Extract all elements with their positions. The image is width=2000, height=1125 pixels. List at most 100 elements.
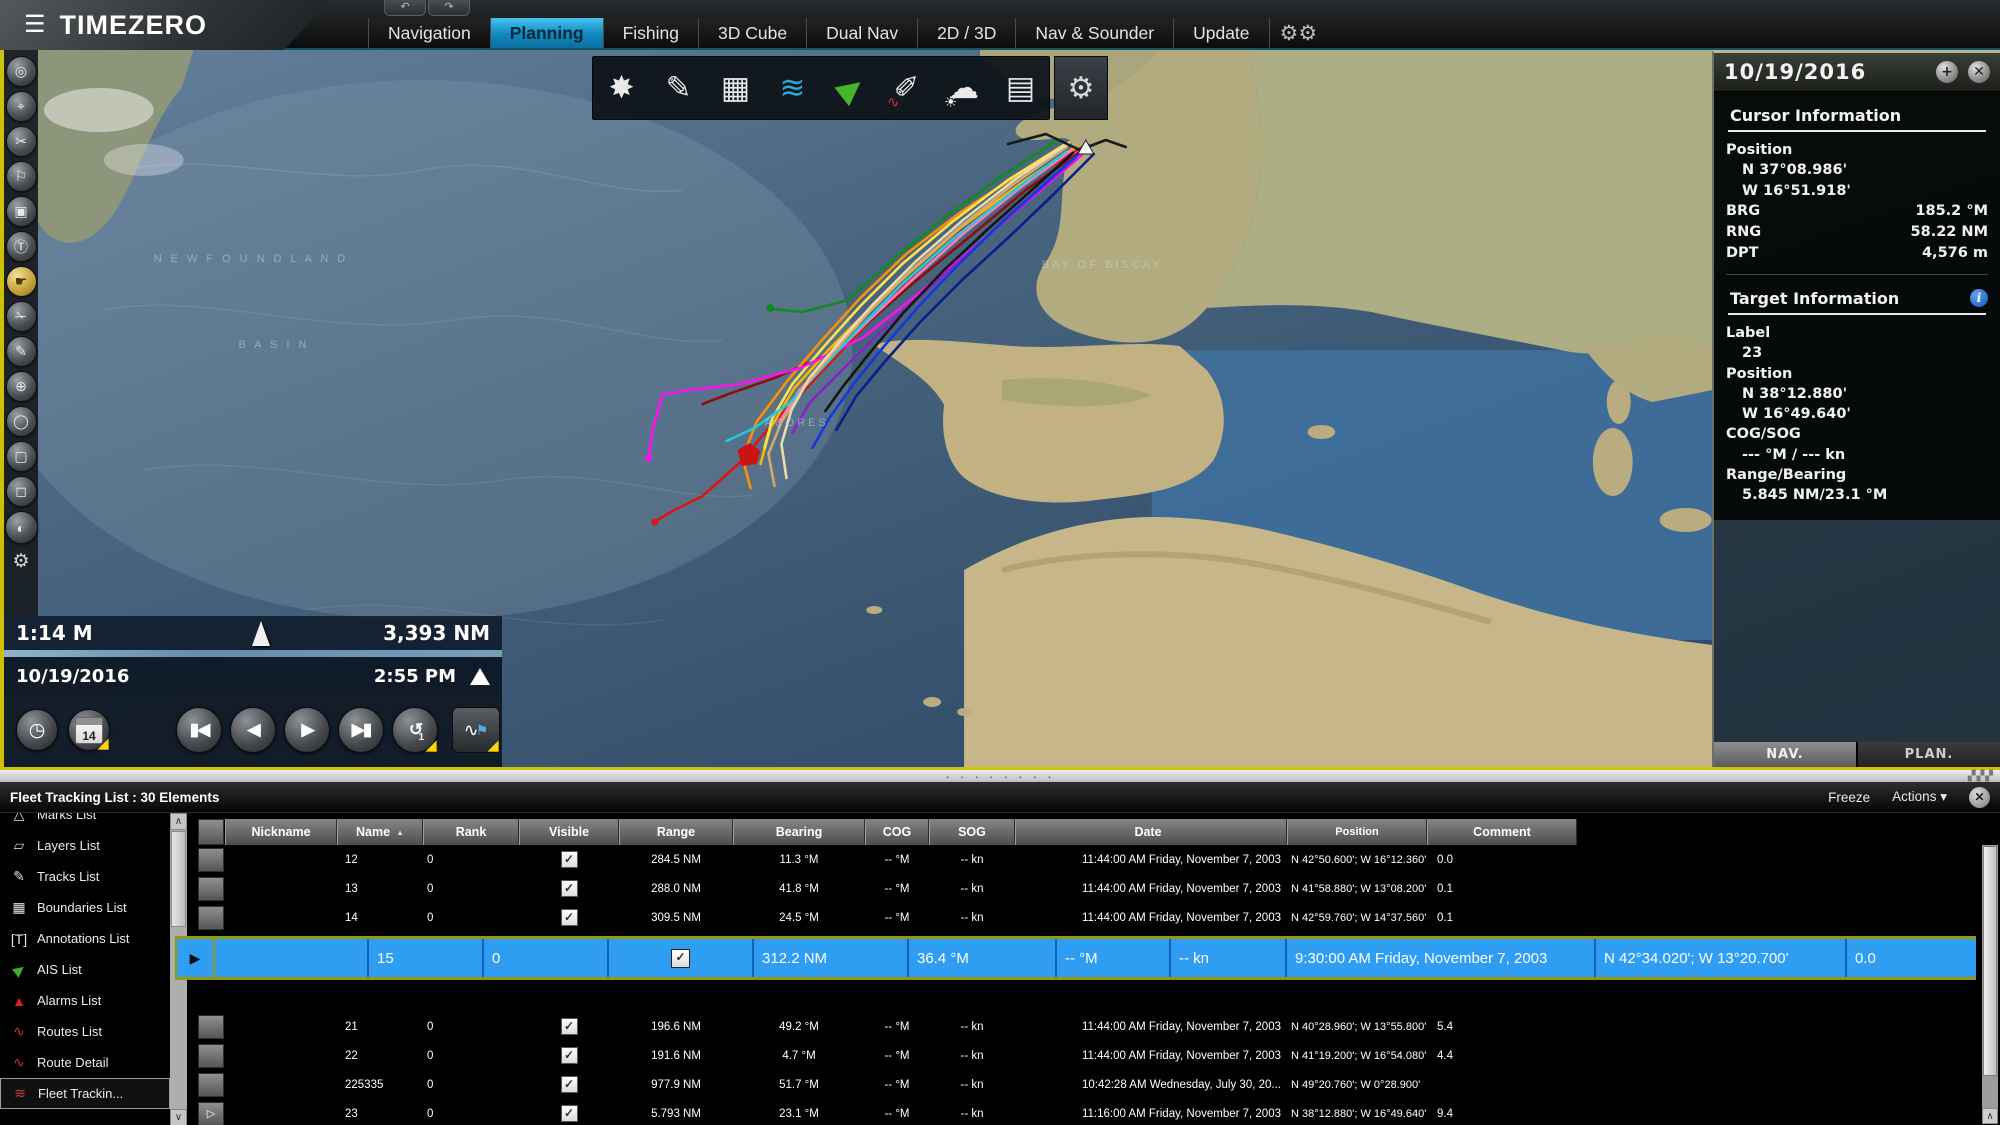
column-header-cog[interactable]: COG: [865, 819, 929, 845]
tab-nav-sounder[interactable]: Nav & Sounder: [1015, 18, 1173, 48]
scrollbar-thumb[interactable]: [171, 831, 186, 927]
compass-rose-button[interactable]: ✸: [593, 57, 650, 119]
column-header-sog[interactable]: SOG: [929, 819, 1015, 845]
globe-button[interactable]: ◐: [5, 511, 38, 544]
weather-button[interactable]: ☁☀: [935, 57, 992, 119]
sidebar-item-ais-list[interactable]: ▶AIS List: [0, 954, 170, 985]
replay-button[interactable]: ↺1: [392, 707, 438, 753]
selection-tool[interactable]: ◻: [6, 476, 37, 507]
sidebar-item-annotations-list[interactable]: [T]Annotations List: [0, 923, 170, 954]
sidebar-item-boundaries-list[interactable]: ▦Boundaries List: [0, 892, 170, 923]
mob-tool[interactable]: ⊕: [6, 371, 37, 402]
add-nunito-button[interactable]: +: [1936, 61, 1958, 83]
cell-nickname[interactable]: [215, 939, 369, 977]
table-scrollbar-thumb[interactable]: [1983, 846, 1997, 1076]
chart-display-button[interactable]: ▦: [707, 57, 764, 119]
table-scrollbar[interactable]: ∧: [1982, 845, 1998, 1124]
mark-tool[interactable]: ⚐: [6, 161, 37, 192]
freeze-button[interactable]: Freeze: [1828, 790, 1870, 805]
row-handle[interactable]: ▷: [198, 1102, 224, 1125]
column-header-name[interactable]: Name▲: [337, 819, 423, 845]
splitter-grip-icon[interactable]: ▞▞▞: [1968, 771, 1994, 782]
cell-rank[interactable]: 0: [484, 939, 609, 977]
left-toolbar-gears-icon[interactable]: ⚙: [12, 550, 29, 573]
table-scroll-up-icon[interactable]: ∧: [1982, 1108, 1998, 1124]
cell-range[interactable]: 312.2 NM: [754, 939, 909, 977]
timeline-button[interactable]: ∿⚑: [452, 707, 500, 753]
info-icon[interactable]: i: [1970, 289, 1988, 307]
skip-start-button[interactable]: ▮◀: [176, 707, 222, 753]
close-fleet-panel-button[interactable]: ✕: [1969, 787, 1990, 808]
time-button[interactable]: ◷: [16, 709, 58, 751]
cell-date[interactable]: 9:30:00 AM Friday, November 7, 2003: [1287, 939, 1596, 977]
sidebar-item-route-detail[interactable]: ∿Route Detail: [0, 1047, 170, 1078]
row-handle[interactable]: [198, 1015, 224, 1039]
pan-tool[interactable]: ⌖: [6, 91, 37, 122]
scroll-up-icon[interactable]: ∧: [170, 813, 187, 830]
annotations-button[interactable]: ✎: [650, 57, 707, 119]
targets-button[interactable]: ▶: [821, 57, 878, 119]
previous-button[interactable]: ◀: [230, 707, 276, 753]
circle-tool[interactable]: ◯: [6, 406, 37, 437]
cell-bearing[interactable]: 36.4 °M: [909, 939, 1057, 977]
column-header-rank[interactable]: Rank: [423, 819, 519, 845]
annotation-tool[interactable]: Ⓣ: [6, 231, 37, 262]
table-row[interactable]: 130✓288.0 NM41.8 °M-- °M-- kn11:44:00 AM…: [197, 874, 2000, 903]
route-button[interactable]: ✐∿: [878, 57, 935, 119]
area-tool[interactable]: ▢: [6, 441, 37, 472]
boundary-tool[interactable]: ▣: [6, 196, 37, 227]
app-logo[interactable]: ☰ TIMEZERO: [0, 0, 330, 50]
sidebar-item-alarms-list[interactable]: ▲Alarms List: [0, 985, 170, 1016]
visible-checkbox[interactable]: ✓: [561, 851, 578, 868]
tab-fishing[interactable]: Fishing: [603, 18, 698, 48]
tab-update[interactable]: Update: [1173, 18, 1268, 48]
sidebar-item-layers-list[interactable]: ▱Layers List: [0, 830, 170, 861]
tab-3d-cube[interactable]: 3D Cube: [698, 18, 806, 48]
table-row-selected[interactable]: ▶150✓312.2 NM36.4 °M-- °M-- kn9:30:00 AM…: [175, 936, 1976, 980]
close-panel-button[interactable]: ✕: [1968, 61, 1990, 83]
column-header-comment[interactable]: Comment: [1427, 819, 1577, 845]
column-header-date[interactable]: Date: [1015, 819, 1287, 845]
tab-navigation[interactable]: Navigation: [368, 18, 490, 48]
time-up-icon[interactable]: [470, 668, 490, 685]
lists-button[interactable]: ▤: [992, 57, 1049, 119]
plan-panel-button[interactable]: PLAN.: [1858, 742, 2000, 767]
row-handle[interactable]: [198, 877, 224, 901]
chart-area[interactable]: N E W F O U N D L A N DB A S I NCELTIC S…: [0, 50, 2000, 770]
visible-checkbox[interactable]: ✓: [671, 949, 690, 968]
row-handle[interactable]: [198, 848, 224, 872]
menu-icon[interactable]: ☰: [24, 13, 46, 37]
actions-menu-button[interactable]: Actions ▾: [1892, 789, 1947, 805]
tab-settings-button[interactable]: ⚙⚙: [1269, 18, 1328, 48]
sidebar-item-tracks-list[interactable]: ✎Tracks List: [0, 861, 170, 892]
table-row[interactable]: ▷230✓5.793 NM23.1 °M-- °M-- kn11:16:00 A…: [197, 1099, 2000, 1125]
column-header-range[interactable]: Range: [619, 819, 733, 845]
sidebar-item-marks-list[interactable]: △Marks List: [0, 813, 170, 830]
pencil-tool[interactable]: ✎: [6, 336, 37, 367]
toolbar-settings-button[interactable]: ⚙: [1054, 56, 1108, 120]
cell-cog[interactable]: -- °M: [1057, 939, 1171, 977]
cell-sog[interactable]: -- kn: [1171, 939, 1287, 977]
visible-checkbox[interactable]: ✓: [561, 1076, 578, 1093]
row-handle[interactable]: [198, 1073, 224, 1097]
splitter-handle-icon[interactable]: · · · · · · · ·: [945, 773, 1055, 779]
column-header-nickname[interactable]: Nickname: [225, 819, 337, 845]
play-button[interactable]: ▶: [284, 707, 330, 753]
eraser-tool[interactable]: ✂: [6, 126, 37, 157]
visible-checkbox[interactable]: ✓: [561, 880, 578, 897]
tab-2d-3d[interactable]: 2D / 3D: [917, 18, 1015, 48]
column-header-visible[interactable]: Visible: [519, 819, 619, 845]
selected-row-marker[interactable]: ▶: [175, 939, 215, 977]
panel-splitter[interactable]: · · · · · · · · ▞▞▞: [0, 770, 2000, 782]
row-handle[interactable]: [198, 906, 224, 930]
visible-checkbox[interactable]: ✓: [561, 1105, 578, 1122]
nav-panel-button[interactable]: NAV.: [1714, 742, 1856, 767]
table-row[interactable]: 140✓309.5 NM24.5 °M-- °M-- kn11:44:00 AM…: [197, 903, 2000, 932]
divider-tool[interactable]: ✁: [6, 301, 37, 332]
column-header-position[interactable]: Position: [1287, 819, 1427, 845]
cell-comment[interactable]: 0.0: [1847, 939, 1976, 977]
sidebar-item-routes-list[interactable]: ∿Routes List: [0, 1016, 170, 1047]
table-row[interactable]: 120✓284.5 NM11.3 °M-- °M-- kn11:44:00 AM…: [197, 845, 2000, 874]
calendar-button[interactable]: 14: [68, 709, 110, 751]
cell-position[interactable]: N 42°34.020'; W 13°20.700': [1596, 939, 1847, 977]
